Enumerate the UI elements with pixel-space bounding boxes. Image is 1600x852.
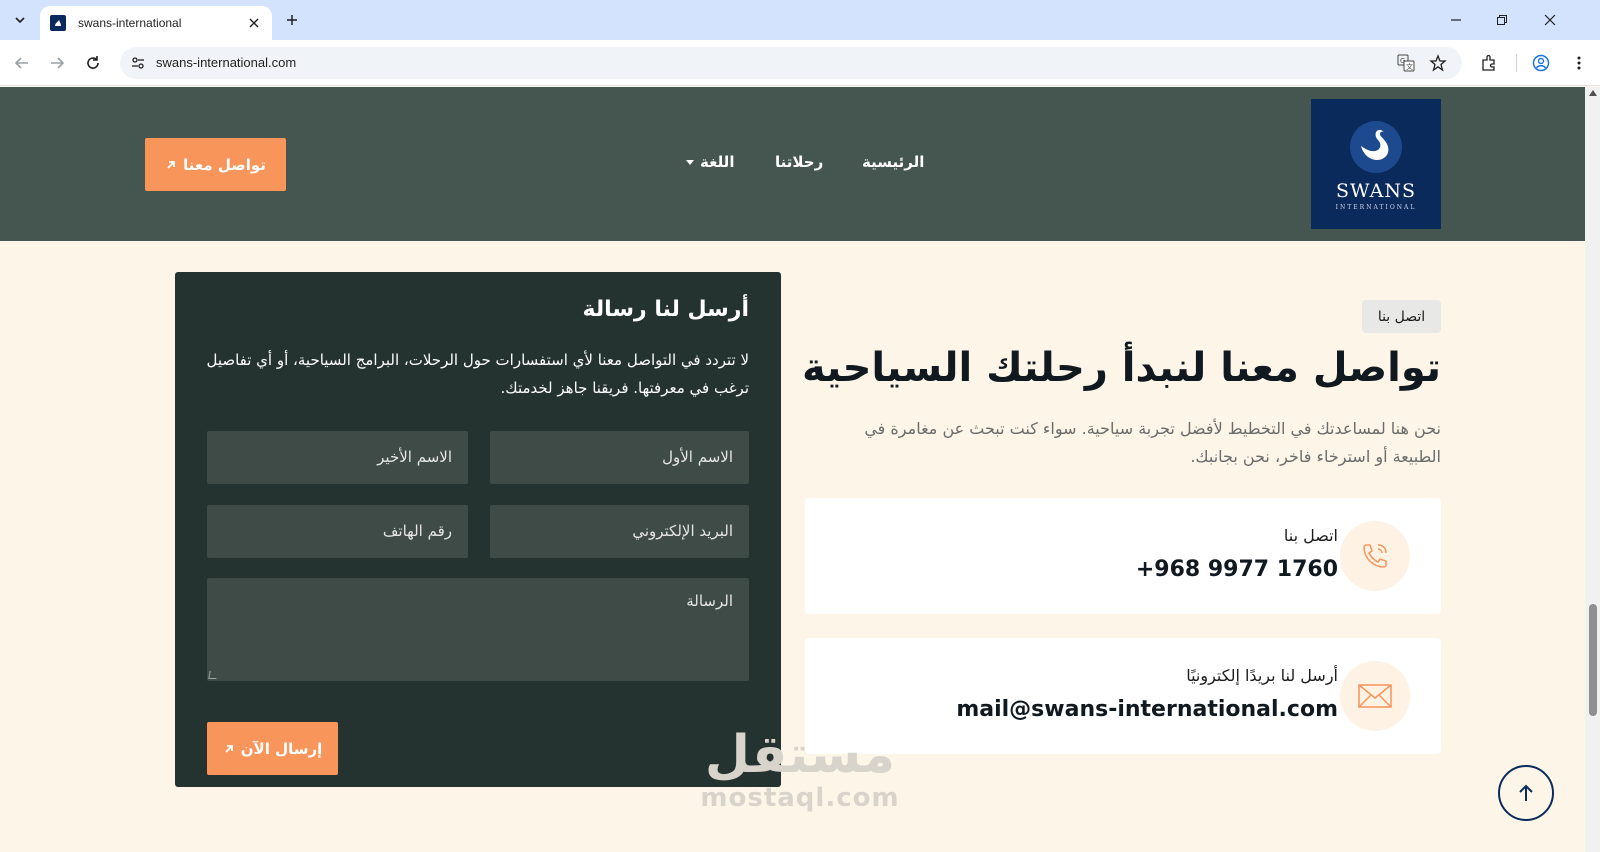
browser-tab-strip: swans-international <box>0 0 1600 40</box>
resize-handle-icon[interactable] <box>208 671 218 679</box>
site-header: SWANS INTERNATIONAL الرئيسية رحلاتنا الل… <box>0 87 1585 241</box>
form-title: أرسل لنا رسالة <box>582 297 749 322</box>
contact-form-panel: أرسل لنا رسالة لا تتردد في التواصل معنا … <box>175 272 781 787</box>
nav-trips[interactable]: رحلاتنا <box>775 153 823 171</box>
email-field[interactable]: البريد الإلكتروني <box>490 505 749 558</box>
email-placeholder: البريد الإلكتروني <box>632 522 733 540</box>
contact-us-button[interactable]: تواصل معنا <box>145 138 286 191</box>
chevron-down-icon <box>15 17 25 24</box>
reload-icon <box>87 56 99 69</box>
email-card: أرسل لنا بريدًا إلكترونيًا mail@swans-in… <box>805 638 1441 754</box>
send-now-label: إرسال الآن <box>240 739 323 758</box>
close-window-button[interactable] <box>1540 10 1560 30</box>
translate-icon[interactable]: G文 <box>1396 53 1416 73</box>
intro-text: نحن هنا لمساعدتك في التخطيط لأفضل تجربة … <box>864 419 1441 466</box>
site-info-icon[interactable] <box>128 53 148 73</box>
phone-number[interactable]: +968 9977 1760 <box>1136 557 1338 582</box>
send-now-button[interactable]: إرسال الآن <box>207 722 338 775</box>
tab-search-button[interactable] <box>8 9 32 31</box>
scrollbar-thumb[interactable] <box>1589 604 1597 716</box>
minimize-icon <box>1451 19 1461 21</box>
more-menu-icon[interactable] <box>1568 52 1590 74</box>
page-title: تواصل معنا لنبدأ رحلتك السياحية <box>801 345 1441 391</box>
forward-button[interactable] <box>46 52 68 74</box>
caret-down-icon <box>686 159 694 165</box>
back-to-top-button[interactable] <box>1498 765 1554 821</box>
phone-placeholder: رقم الهاتف <box>382 522 452 540</box>
favicon-icon <box>50 15 66 31</box>
message-placeholder: الرسالة <box>686 592 733 610</box>
email-label: أرسل لنا بريدًا إلكترونيًا <box>1186 666 1338 685</box>
profile-icon[interactable] <box>1530 52 1552 74</box>
page-scrollbar[interactable] <box>1585 87 1600 852</box>
reload-button[interactable] <box>82 52 104 74</box>
phone-card: اتصل بنا +968 9977 1760 <box>805 498 1441 614</box>
nav-language-label: اللغة <box>700 153 735 171</box>
scroll-up-icon[interactable] <box>1589 90 1597 96</box>
first-name-placeholder: الاسم الأول <box>662 448 733 466</box>
swan-logo-icon <box>1350 120 1402 173</box>
phone-field[interactable]: رقم الهاتف <box>207 505 468 558</box>
message-textarea[interactable]: الرسالة <box>207 578 749 681</box>
nav-language-dropdown[interactable]: اللغة <box>686 153 734 171</box>
url-text[interactable]: swans-international.com <box>156 55 296 70</box>
logo-subtitle: INTERNATIONAL <box>1335 203 1417 211</box>
contact-us-label: تواصل معنا <box>183 155 266 174</box>
logo-wordmark: SWANS <box>1336 179 1416 202</box>
bookmark-star-icon[interactable] <box>1428 53 1448 73</box>
back-button[interactable] <box>11 52 33 74</box>
phone-label: اتصل بنا <box>1283 526 1338 545</box>
plus-icon <box>287 15 297 25</box>
nav-home[interactable]: الرئيسية <box>862 153 924 171</box>
arrow-up-icon <box>1519 784 1533 801</box>
browser-toolbar: swans-international.com G文 <box>0 40 1600 86</box>
svg-text:文: 文 <box>1406 62 1413 71</box>
minimize-button[interactable] <box>1446 10 1466 30</box>
last-name-placeholder: الاسم الأخير <box>377 448 452 466</box>
tab-title: swans-international <box>78 16 182 30</box>
phone-icon <box>1340 521 1410 591</box>
arrow-right-icon <box>51 57 65 69</box>
first-name-field[interactable]: الاسم الأول <box>490 431 749 484</box>
new-tab-button[interactable] <box>282 10 302 30</box>
arrow-up-right-icon <box>225 744 233 753</box>
restore-icon <box>1497 15 1507 25</box>
site-logo[interactable]: SWANS INTERNATIONAL <box>1311 99 1441 229</box>
close-icon <box>1544 14 1556 26</box>
form-description: لا تتردد في التواصل معنا لأي استفسارات ح… <box>206 351 749 397</box>
watermark-latin: mostaql.com <box>700 783 900 813</box>
arrow-left-icon <box>14 57 28 69</box>
section-badge: اتصل بنا <box>1362 300 1441 333</box>
extensions-icon[interactable] <box>1478 52 1500 74</box>
arrow-up-right-icon <box>167 160 176 169</box>
browser-tab[interactable]: swans-international <box>40 6 272 40</box>
last-name-field[interactable]: الاسم الأخير <box>207 431 468 484</box>
mail-icon <box>1340 661 1410 731</box>
toolbar-divider <box>1516 54 1517 72</box>
close-icon[interactable] <box>246 15 262 31</box>
email-address[interactable]: mail@swans-international.com <box>956 697 1338 722</box>
web-page: SWANS INTERNATIONAL الرئيسية رحلاتنا الل… <box>0 87 1585 852</box>
address-bar[interactable]: swans-international.com G文 <box>120 47 1462 79</box>
restore-button[interactable] <box>1492 10 1512 30</box>
